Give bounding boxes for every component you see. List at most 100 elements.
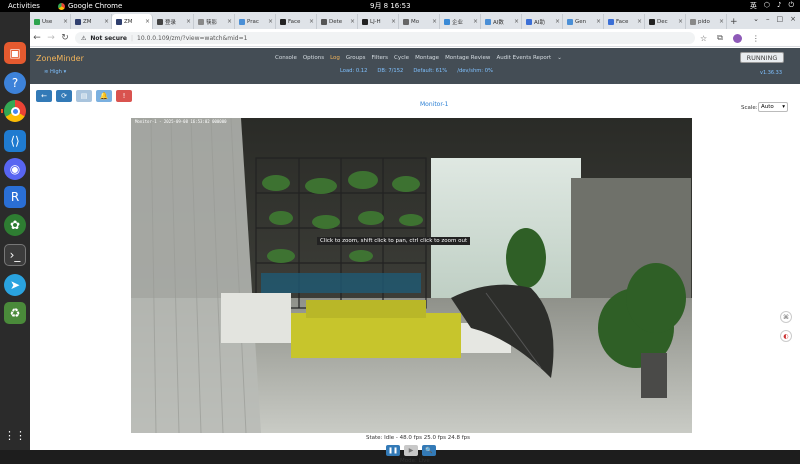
nav-cycle[interactable]: Cycle <box>394 55 409 61</box>
bookmark-star-icon[interactable]: ☆ <box>700 34 707 43</box>
nav-montage[interactable]: Montage <box>415 55 439 61</box>
tab[interactable]: Gen × <box>563 14 604 29</box>
not-secure-icon[interactable]: ⚠ <box>81 35 86 42</box>
nav-more-icon[interactable]: ⌄ <box>557 55 562 61</box>
tab[interactable]: 企业 × <box>440 14 481 29</box>
extensions-icon[interactable]: ⧉ <box>717 33 723 43</box>
menu-icon[interactable]: ⋮ <box>752 34 760 43</box>
tab[interactable]: Prac × <box>235 14 276 29</box>
close-icon[interactable]: × <box>63 18 68 25</box>
close-icon[interactable]: × <box>268 18 273 25</box>
reload-icon[interactable]: ↻ <box>58 33 72 43</box>
floating-translate-button[interactable]: ◐ <box>780 330 792 342</box>
bandwidth-selector[interactable]: ≋ High ▾ <box>44 69 66 75</box>
tab-search-icon[interactable]: ⌄ <box>753 15 759 23</box>
nav-montage-review[interactable]: Montage Review <box>445 55 490 61</box>
tab-active[interactable]: ZM × <box>112 14 153 29</box>
close-icon[interactable]: × <box>719 18 724 25</box>
tab-favicon <box>116 18 122 25</box>
avatar[interactable] <box>732 33 742 43</box>
shotwell-icon[interactable]: ✿ <box>4 214 26 236</box>
maximize-icon[interactable]: □ <box>777 15 784 23</box>
edit-monitor-button[interactable]: ▤ <box>76 90 92 102</box>
new-tab-button[interactable]: + <box>730 17 738 27</box>
close-icon[interactable]: × <box>145 18 150 25</box>
vscode-icon[interactable]: ⟨⟩ <box>4 130 26 152</box>
terminal-icon[interactable]: ›_ <box>4 244 26 266</box>
run-state-button[interactable]: RUNNING <box>740 52 784 63</box>
tab[interactable]: Mo × <box>399 14 440 29</box>
tab[interactable]: Face × <box>604 14 645 29</box>
close-icon[interactable]: × <box>227 18 232 25</box>
zm-version[interactable]: v1.36.33 <box>760 70 782 76</box>
nav-audit-events-report[interactable]: Audit Events Report <box>496 55 551 61</box>
tab[interactable]: 登录 × <box>153 14 194 29</box>
status-default-storage: Default: 61% <box>413 68 448 74</box>
volume-icon[interactable]: ♪ <box>777 1 781 11</box>
close-icon[interactable]: × <box>678 18 683 25</box>
tab[interactable]: Dec × <box>645 14 686 29</box>
force-alarm-button[interactable]: ! <box>116 90 132 102</box>
remote-desktop-icon[interactable]: R <box>4 186 26 208</box>
close-icon[interactable]: × <box>555 18 560 25</box>
power-icon[interactable]: ⏻ <box>788 1 794 11</box>
network-icon[interactable]: ⬡ <box>764 1 770 11</box>
back-icon[interactable]: ← <box>30 33 44 43</box>
show-apps-icon[interactable]: ⋮⋮ <box>4 424 26 446</box>
activities-button[interactable]: Activities <box>8 2 40 10</box>
scale-select[interactable]: Auto ▾ <box>758 102 788 112</box>
camera-frame-image <box>131 118 692 433</box>
browser-toolbar: ← → ↻ ⚠ Not secure | 10.0.0.109/zm/?view… <box>30 29 800 47</box>
close-window-icon[interactable]: × <box>790 15 796 23</box>
telegram-icon[interactable]: ➤ <box>4 274 26 296</box>
clock[interactable]: 9月 8 16:53 <box>370 1 411 11</box>
close-icon[interactable]: × <box>104 18 109 25</box>
play-button[interactable]: ▶ <box>404 445 418 456</box>
discord-icon[interactable]: ◉ <box>4 158 26 180</box>
forward-icon[interactable]: → <box>44 33 58 43</box>
url-text[interactable]: 10.0.0.109/zm/?view=watch&mid=1 <box>137 35 247 42</box>
app-menu[interactable]: Google Chrome <box>57 2 122 10</box>
system-tray[interactable]: 英 ⬡ ♪ ⏻ <box>750 1 794 11</box>
tab[interactable]: ZM × <box>71 14 112 29</box>
zoom-out-button[interactable]: 🔍 <box>422 445 436 456</box>
minimize-icon[interactable]: – <box>766 15 770 23</box>
close-icon[interactable]: × <box>473 18 478 25</box>
tab[interactable]: LJ-H × <box>358 14 399 29</box>
nav-console[interactable]: Console <box>275 55 297 61</box>
tab[interactable]: AI数 × <box>481 14 522 29</box>
files-app-icon[interactable]: ▣ <box>4 42 26 64</box>
close-icon[interactable]: × <box>637 18 642 25</box>
nav-log[interactable]: Log <box>330 55 340 61</box>
chrome-icon[interactable] <box>4 100 26 122</box>
refresh-button[interactable]: ⟳ <box>56 90 72 102</box>
input-method-icon[interactable]: 英 <box>750 1 757 11</box>
nav-groups[interactable]: Groups <box>346 55 366 61</box>
tab[interactable]: AI助 × <box>522 14 563 29</box>
zm-logo[interactable]: ZoneMinder <box>36 54 84 63</box>
alarm-settings-button[interactable]: 🔔 <box>96 90 112 102</box>
tab[interactable]: Use × <box>30 14 71 29</box>
back-to-console-button[interactable]: ← <box>36 90 52 102</box>
help-icon[interactable]: ? <box>4 72 26 94</box>
tab-favicon <box>75 18 81 25</box>
address-bar[interactable]: ⚠ Not secure | 10.0.0.109/zm/?view=watch… <box>75 32 695 44</box>
close-icon[interactable]: × <box>596 18 601 25</box>
tab[interactable]: 筷影 × <box>194 14 235 29</box>
camera-live-view[interactable]: Monitor-1 - 2025-09-08 16:53:02 000000 C… <box>131 118 692 433</box>
close-icon[interactable]: × <box>350 18 355 25</box>
close-icon[interactable]: × <box>514 18 519 25</box>
trash-icon[interactable]: ♻ <box>4 302 26 324</box>
close-icon[interactable]: × <box>391 18 396 25</box>
pause-button[interactable]: ❚❚ <box>386 445 400 456</box>
nav-options[interactable]: Options <box>303 55 324 61</box>
close-icon[interactable]: × <box>432 18 437 25</box>
close-icon[interactable]: × <box>186 18 191 25</box>
tab[interactable]: pido × <box>686 14 727 29</box>
tab-label: 企业 <box>452 19 464 26</box>
floating-tool-button[interactable]: ⌘ <box>780 311 792 323</box>
tab[interactable]: Dete × <box>317 14 358 29</box>
tab[interactable]: Face × <box>276 14 317 29</box>
close-icon[interactable]: × <box>309 18 314 25</box>
nav-filters[interactable]: Filters <box>372 55 389 61</box>
